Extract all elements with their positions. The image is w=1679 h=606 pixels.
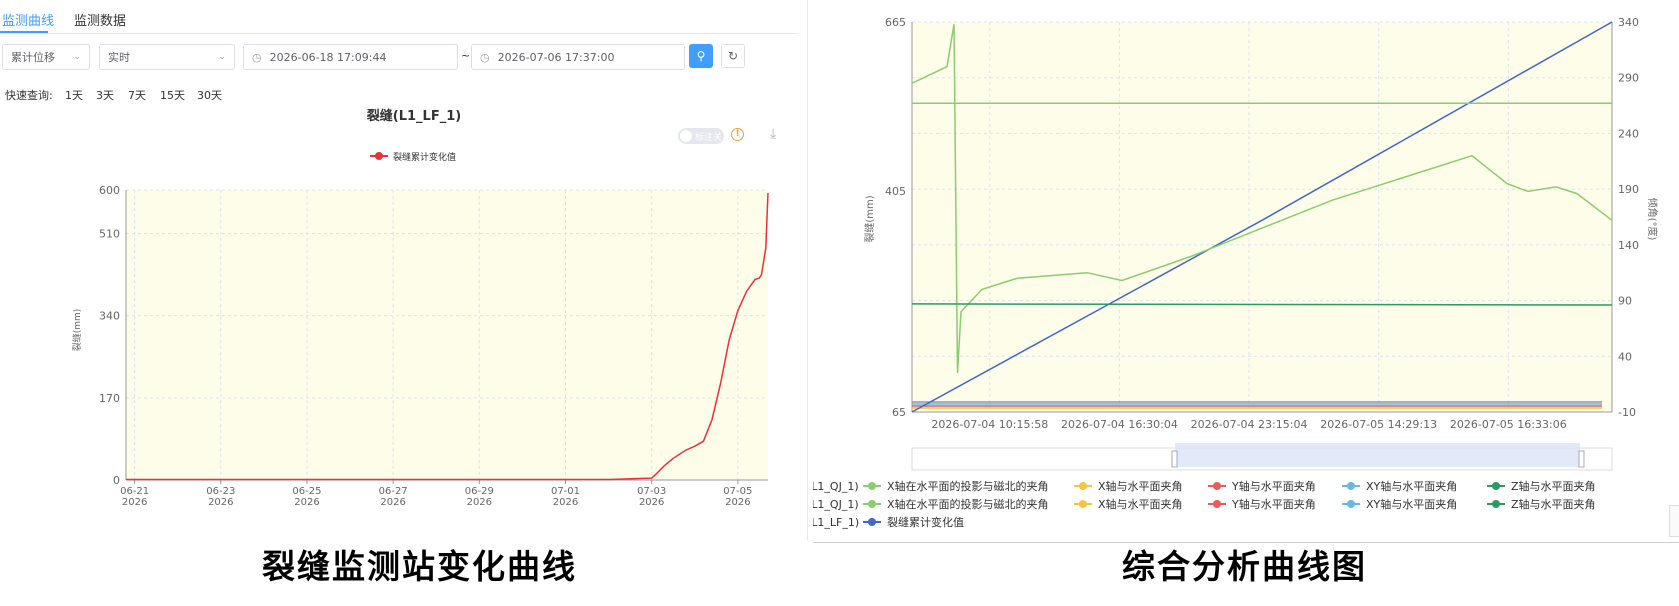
right-y2-tick-label: 190 [1618,183,1639,196]
legend-dot [1079,482,1087,490]
left-y-tick-label: 510 [99,228,120,241]
legend-item-label[interactable]: X轴在水平面的投影与磁北的夹角 [887,479,1049,493]
type-select-value: 累计位移 [11,51,55,64]
left-x-tick-label: 2026 [294,497,319,508]
legend-dot [1213,482,1221,490]
start-time-value: 2026-06-18 17:09:44 [269,50,387,64]
left-x-tick-label: 06-21 [120,486,149,497]
legend-dot [868,500,876,508]
right-y2-tick-label: 90 [1618,295,1632,308]
left-y-tick-label: 170 [99,392,120,405]
legend-dot [1492,500,1500,508]
panel-separator [807,0,808,540]
legend-group-label: 倾角(L1_QJ_1) [813,498,859,511]
left-x-tick-label: 07-05 [723,486,752,497]
left-chart: 裂缝(L1_LF_1) 裂缝累计变化值 017034051060006-2120… [71,108,769,508]
right-y2-axis-label: 倾角(°度) [1646,198,1659,241]
left-x-tick-label: 06-23 [206,486,235,497]
refresh-icon: ↻ [727,49,739,63]
legend-item-label[interactable]: Z轴与水平面夹角 [1511,497,1596,511]
left-x-tick-label: 2026 [208,497,233,508]
right-y2-tick-label: 240 [1618,127,1639,140]
legend-item-label[interactable]: Y轴与水平面夹角 [1231,497,1316,511]
left-legend-dot [375,152,383,160]
left-x-tick-label: 2026 [380,497,405,508]
left-legend-item[interactable]: 裂缝累计变化值 [370,151,456,163]
left-x-tick-label: 06-25 [292,486,321,497]
left-x-tick-label: 2026 [467,497,492,508]
right-y2-tick-label: 290 [1618,72,1639,85]
right-y-tick-label: 65 [892,406,906,419]
right-x-tick-label: 2026-07-04 23:15:04 [1191,418,1308,431]
zoom-handle-left[interactable] [1171,450,1178,468]
search-button[interactable]: ⚲ [689,44,713,68]
chevron-down-icon: ⌄ [218,52,226,62]
right-x-tick-label: 2026-07-05 14:29:13 [1320,418,1437,431]
left-x-tick-label: 07-03 [637,486,666,497]
end-time-input[interactable]: ◷ 2026-07-06 17:37:00 [471,44,685,70]
legend-group-label: 倾角(L1_QJ_1) [813,480,859,493]
legend-dot [868,518,876,526]
left-x-tick-label: 07-01 [551,486,580,497]
right-y-tick-label: 405 [885,185,906,198]
legend-group-label: 裂缝(L1_LF_1) [813,515,859,529]
right-y-axis-label: 裂缝(mm) [863,195,876,242]
left-y-tick-label: 600 [99,184,120,197]
right-x-tick-label: 2026-07-05 16:33:06 [1450,418,1567,431]
legend-dot [1213,500,1221,508]
left-caption: 裂缝监测站变化曲线 [262,547,577,586]
legend-dot [1347,500,1355,508]
legend-item-label[interactable]: XY轴与水平面夹角 [1366,497,1457,511]
left-x-tick-label: 2026 [553,497,578,508]
left-y-axis-label: 裂缝(mm) [71,309,83,352]
right-y2-tick-label: 40 [1618,350,1632,363]
right-y2-tick-label: 140 [1618,239,1639,252]
date-separator: ~ [461,49,471,62]
right-x-tick-label: 2026-07-04 16:30:04 [1061,418,1178,431]
right-y2-tick-label: -10 [1618,406,1636,419]
legend-item-label[interactable]: 裂缝累计变化值 [887,515,964,529]
legend-item-label[interactable]: X轴与水平面夹角 [1098,497,1183,511]
left-y-tick-label: 340 [99,310,120,323]
left-x-tick-label: 2026 [122,497,147,508]
legend-dot [868,482,876,490]
start-time-input[interactable]: ◷ 2026-06-18 17:09:44 [243,44,458,70]
tab-monitor-data[interactable]: 监测数据 [74,10,126,29]
chevron-down-icon: ⌄ [73,52,81,62]
clock-icon: ◷ [252,50,262,64]
right-caption: 综合分析曲线图 [1122,547,1367,586]
left-legend-label: 裂缝累计变化值 [393,151,456,163]
right-y-tick-label: 665 [885,16,906,29]
side-edge-button[interactable] [1669,505,1679,537]
search-icon: ⚲ [696,49,706,63]
right-plot-area [912,22,1612,412]
clock-icon: ◷ [480,50,490,64]
right-chart: -10 40 90 140 190 240 290 340 65 405 665 2026-07-04… [813,16,1659,529]
left-x-tick-label: 06-27 [379,486,408,497]
legend-item-label[interactable]: XY轴与水平面夹角 [1366,479,1457,493]
left-y-tick-label: 0 [113,474,120,487]
left-chart-title: 裂缝(L1_LF_1) [366,108,461,124]
type-select[interactable]: 累计位移 ⌄ [2,44,90,70]
right-x-tick-label: 2026-07-04 10:15:58 [931,418,1048,431]
zoom-slider-window[interactable] [1175,443,1580,467]
zoom-handle-right[interactable] [1578,450,1585,468]
legend-item-label[interactable]: X轴在水平面的投影与磁北的夹角 [887,497,1049,511]
tab-divider [0,33,798,34]
left-x-tick-label: 2026 [725,497,750,508]
mode-select-value: 实时 [108,51,130,64]
legend-dot [1079,500,1087,508]
legend-dot [1492,482,1500,490]
legend-item-label[interactable]: X轴与水平面夹角 [1098,479,1183,493]
right-y2-tick-label: 340 [1618,16,1639,29]
legend-item-label[interactable]: Y轴与水平面夹角 [1231,479,1316,493]
end-time-value: 2026-07-06 17:37:00 [497,50,615,64]
left-x-tick-label: 2026 [639,497,664,508]
refresh-button[interactable]: ↻ [721,44,745,68]
left-x-tick-label: 06-29 [465,486,494,497]
legend-item-label[interactable]: Z轴与水平面夹角 [1511,479,1596,493]
legend-dot [1347,482,1355,490]
mode-select[interactable]: 实时 ⌄ [99,44,235,70]
tab-monitor-curve[interactable]: 监测曲线 [2,10,54,29]
